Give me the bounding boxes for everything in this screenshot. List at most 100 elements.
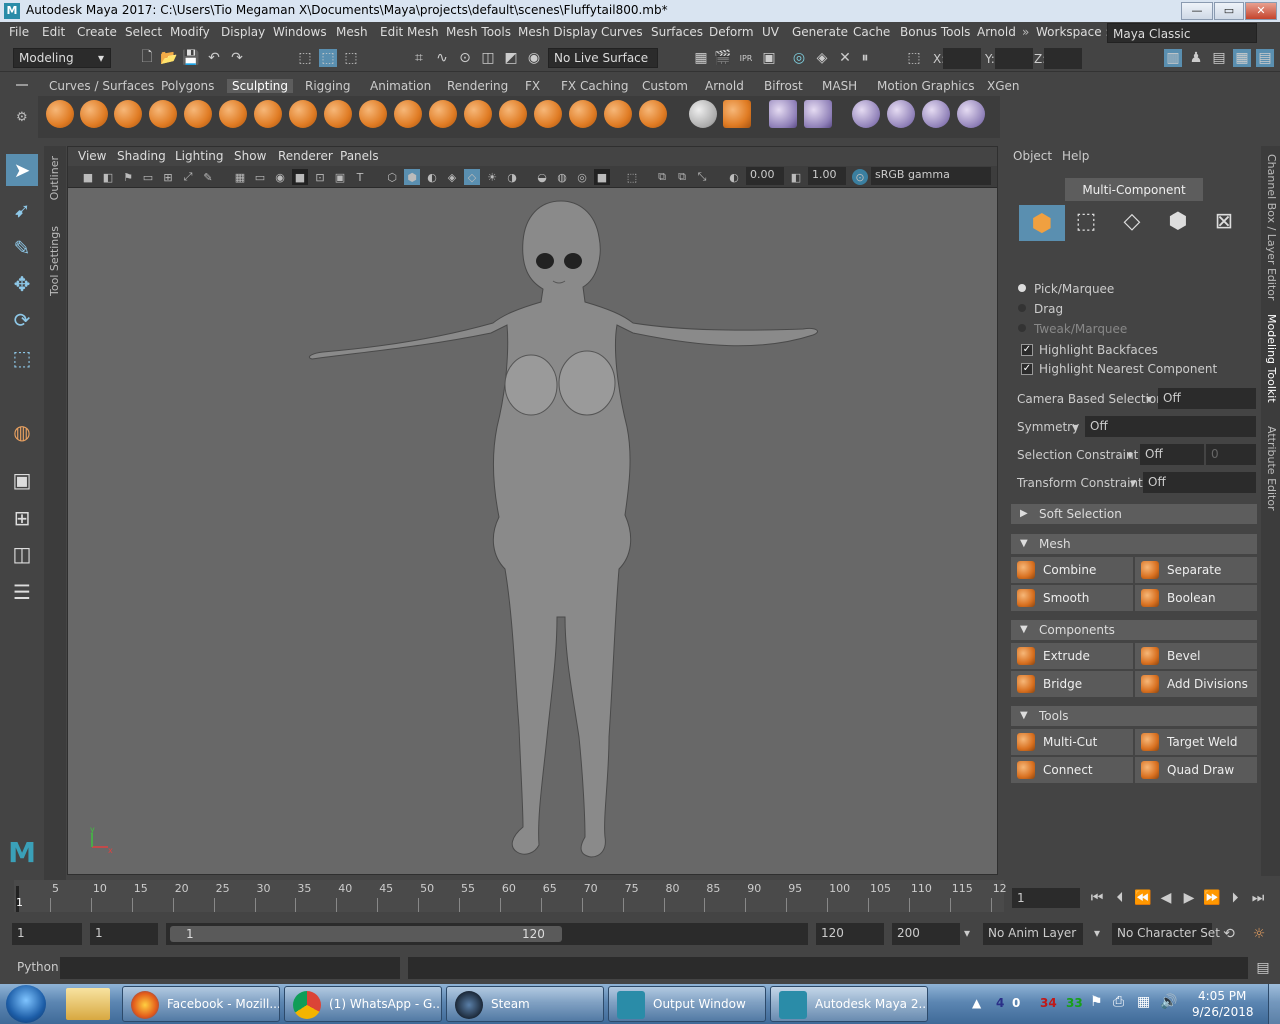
- target-weld-button[interactable]: Target Weld: [1135, 729, 1257, 755]
- wireframe-icon[interactable]: ⬡: [384, 169, 400, 185]
- playback-start-field[interactable]: 1: [90, 923, 158, 945]
- chevron-down-icon[interactable]: ▾: [1127, 448, 1133, 462]
- snap-grid-icon[interactable]: ⌗: [410, 49, 428, 67]
- modeling-toolkit-toggle-icon[interactable]: ▥: [1164, 49, 1182, 67]
- action-center-flag-icon[interactable]: ⚑: [1090, 994, 1103, 1010]
- step-forward-key-icon[interactable]: ⏩: [1203, 889, 1221, 907]
- menu-mesh-tools[interactable]: Mesh Tools: [446, 25, 511, 39]
- undo-icon[interactable]: ↶: [205, 49, 223, 67]
- auto-key-icon[interactable]: ⟲: [1220, 925, 1238, 943]
- isolate-select-icon[interactable]: ◍: [554, 169, 570, 185]
- close-button[interactable]: ✕: [1245, 2, 1277, 20]
- menu-cache[interactable]: Cache: [853, 25, 890, 39]
- tools-section-header[interactable]: ▼ Tools: [1011, 706, 1257, 726]
- sculpt-tool-icon[interactable]: [46, 100, 74, 128]
- anim-layer-dropdown[interactable]: No Anim Layer: [983, 923, 1083, 945]
- connect-button[interactable]: Connect: [1011, 757, 1133, 783]
- chevron-down-icon[interactable]: ▾: [964, 926, 970, 940]
- current-frame-field[interactable]: 1: [1012, 888, 1080, 908]
- gamma-icon[interactable]: ◧: [788, 169, 804, 185]
- bulge-tool-icon[interactable]: [569, 100, 597, 128]
- paint-select-tool-icon[interactable]: ✎: [6, 232, 38, 264]
- render-view-icon[interactable]: ▣: [760, 49, 778, 67]
- animation-start-field[interactable]: 1: [12, 923, 82, 945]
- taskbar-app-steam[interactable]: Steam: [446, 986, 604, 1022]
- selection-constraint-number[interactable]: 0: [1206, 444, 1256, 465]
- clock-time[interactable]: 4:05 PM: [1198, 989, 1246, 1003]
- boolean-button[interactable]: Boolean: [1135, 585, 1257, 611]
- render-setup-icon[interactable]: ◈: [813, 49, 831, 67]
- pick-marquee-radio[interactable]: [1018, 284, 1026, 292]
- range-slider[interactable]: 1 120: [166, 923, 808, 945]
- blend-shape-icon[interactable]: [769, 100, 797, 128]
- file-explorer-icon[interactable]: [66, 988, 110, 1020]
- make-live-icon[interactable]: ◉: [525, 49, 543, 67]
- render-settings-icon[interactable]: ▦: [692, 49, 710, 67]
- menu-bonus-tools[interactable]: Bonus Tools: [900, 25, 970, 39]
- tab-tool-settings[interactable]: Tool Settings: [48, 226, 61, 296]
- freeze-tool-icon[interactable]: [639, 100, 667, 128]
- multi-cut-button[interactable]: Multi-Cut: [1011, 729, 1133, 755]
- viewport-menu-view[interactable]: View: [78, 149, 106, 163]
- rotate-tool-icon[interactable]: ⟳: [6, 304, 38, 336]
- taskbar-app-chrome[interactable]: (1) WhatsApp - G...: [284, 986, 442, 1022]
- shelf-gear-icon[interactable]: ⚙: [16, 110, 28, 125]
- relax-tool-icon[interactable]: [114, 100, 142, 128]
- menu-create[interactable]: Create: [77, 25, 117, 39]
- safe-action-icon[interactable]: ▣: [332, 169, 348, 185]
- tab-fx-caching[interactable]: FX Caching: [561, 79, 628, 93]
- smear-tool-icon[interactable]: [534, 100, 562, 128]
- menu-surfaces[interactable]: Surfaces: [651, 25, 703, 39]
- taskbar-app-firefox[interactable]: Facebook - Mozill...: [122, 986, 280, 1022]
- spray-tool-icon[interactable]: [289, 100, 317, 128]
- save-scene-icon[interactable]: 💾: [182, 49, 200, 67]
- soft-selection-header[interactable]: ▶ Soft Selection: [1011, 504, 1257, 524]
- pause-icon[interactable]: ⏸: [856, 49, 874, 67]
- network-icon[interactable]: ▦: [1137, 994, 1150, 1010]
- highlight-backfaces-checkbox[interactable]: ✓: [1021, 344, 1033, 356]
- tab-motion-graphics[interactable]: Motion Graphics: [877, 79, 975, 93]
- tool-settings-toggle-icon[interactable]: ▦: [1233, 49, 1251, 67]
- camera-based-dropdown[interactable]: Off: [1158, 388, 1256, 409]
- face-mode-icon[interactable]: ⬢: [1163, 209, 1193, 239]
- single-pane-layout-icon[interactable]: ▣: [6, 464, 38, 496]
- knife-tool-icon[interactable]: [499, 100, 527, 128]
- menu-uv[interactable]: UV: [762, 25, 779, 39]
- resolution-gate-icon[interactable]: ◉: [272, 169, 288, 185]
- move-tool-icon[interactable]: ✥: [6, 268, 38, 300]
- fill-tool-icon[interactable]: [464, 100, 492, 128]
- ipr-render-icon[interactable]: IPR: [737, 49, 755, 67]
- select-object-icon[interactable]: ⬚: [319, 49, 337, 67]
- pinch-tool-icon[interactable]: [184, 100, 212, 128]
- character-controls-icon[interactable]: ♟: [1187, 49, 1205, 67]
- select-hierarchy-icon[interactable]: ⬚: [296, 49, 314, 67]
- chevron-down-icon[interactable]: ▾: [1094, 926, 1100, 940]
- shelf-menu-icon[interactable]: [16, 84, 28, 86]
- select-component-icon[interactable]: ⬚: [342, 49, 360, 67]
- tab-modeling-toolkit[interactable]: Modeling Toolkit: [1265, 314, 1278, 403]
- image-plane-icon[interactable]: ▭: [140, 169, 156, 185]
- tab-curves-surfaces[interactable]: Curves / Surfaces: [49, 79, 154, 93]
- hud-icon[interactable]: ⤡: [694, 169, 710, 185]
- tab-arnold[interactable]: Arnold: [705, 79, 744, 93]
- imprint-tool-icon[interactable]: [359, 100, 387, 128]
- edge-mode-icon[interactable]: ◇: [1117, 209, 1147, 239]
- snap-curve-icon[interactable]: ∿: [433, 49, 451, 67]
- tab-rendering[interactable]: Rendering: [447, 79, 508, 93]
- z-field[interactable]: [1044, 48, 1082, 69]
- redo-icon[interactable]: ↷: [228, 49, 246, 67]
- x-field[interactable]: [943, 48, 981, 69]
- selection-constraint-dropdown[interactable]: Off: [1140, 444, 1204, 465]
- tab-xgen[interactable]: XGen: [987, 79, 1020, 93]
- chevron-down-icon[interactable]: ▾: [1146, 392, 1152, 406]
- chevron-down-icon[interactable]: ▾: [1072, 420, 1078, 434]
- chevron-down-icon[interactable]: ▾: [1130, 476, 1136, 490]
- sculpt-quick-icon[interactable]: ◍: [6, 416, 38, 448]
- tab-custom[interactable]: Custom: [642, 79, 688, 93]
- exposure-icon[interactable]: ◐: [726, 169, 742, 185]
- gamma-field[interactable]: 1.00: [808, 167, 846, 185]
- menu-modify[interactable]: Modify: [170, 25, 210, 39]
- smooth-tool-icon[interactable]: [80, 100, 108, 128]
- shape-editor-icon[interactable]: [804, 100, 832, 128]
- textured-icon[interactable]: ◈: [444, 169, 460, 185]
